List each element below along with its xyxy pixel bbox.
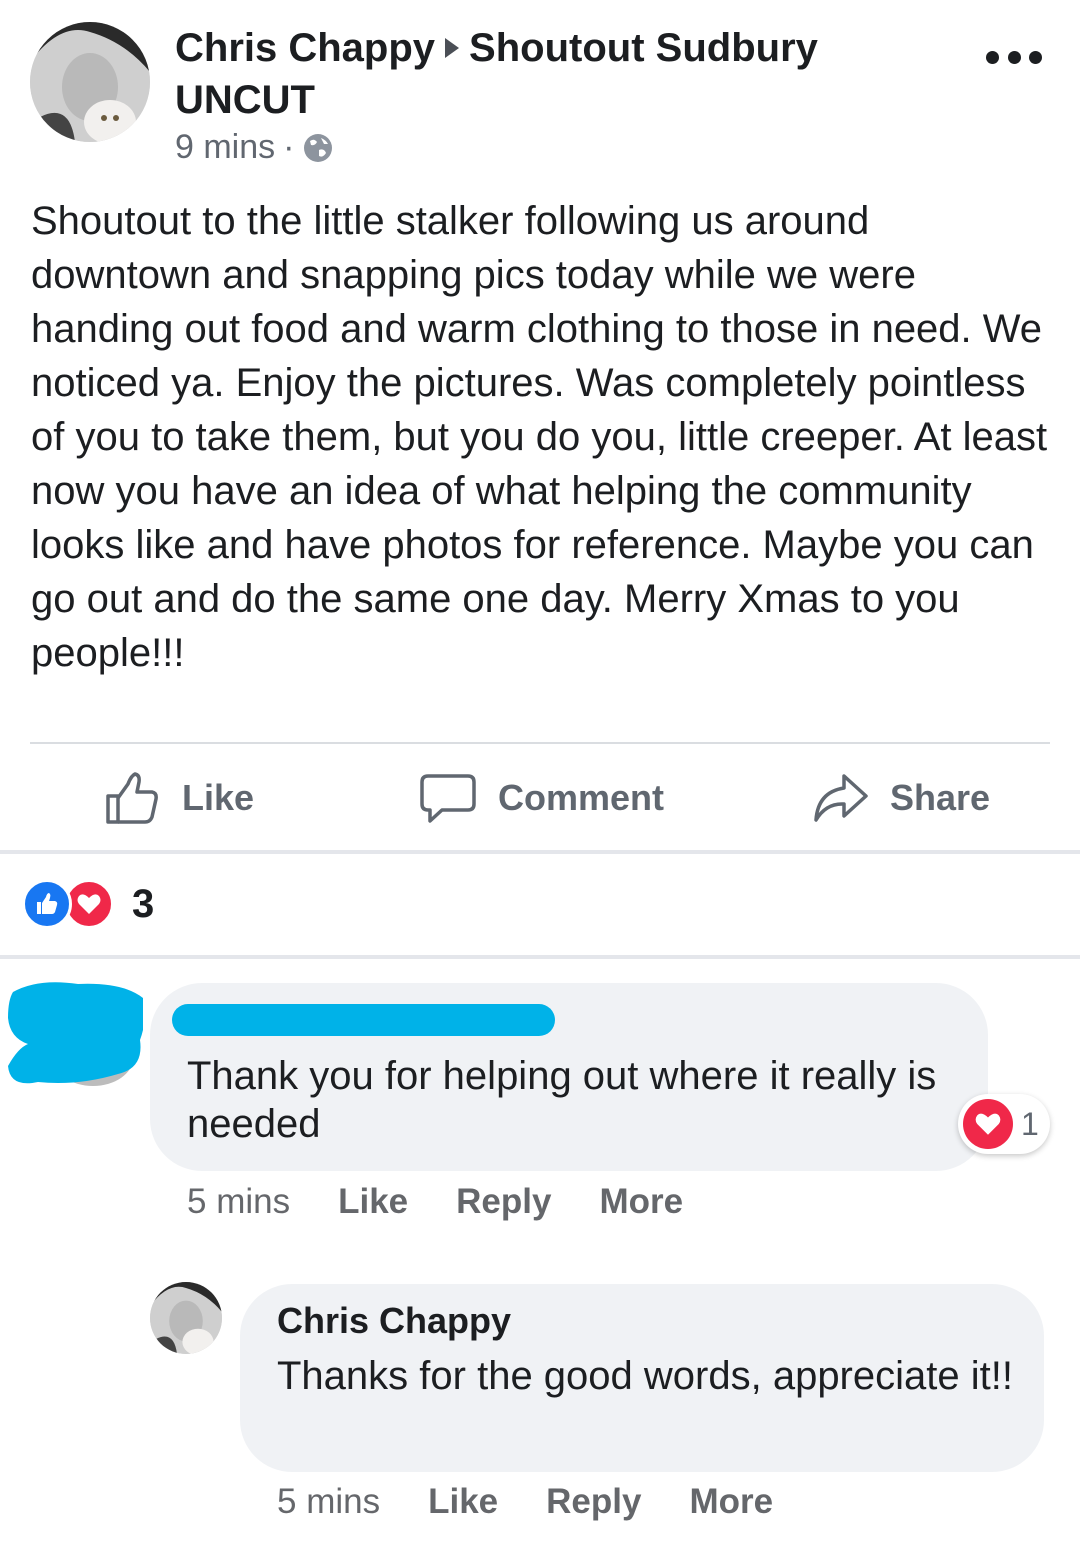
reply-more-link[interactable]: More — [689, 1482, 773, 1522]
reply-timestamp[interactable]: 5 mins — [277, 1482, 380, 1522]
comment-reaction-count: 1 — [1021, 1105, 1039, 1142]
post-header-title: Chris Chappy Shoutout Sudbury UNCUT — [175, 22, 875, 126]
share-arrow-icon — [814, 774, 868, 822]
dot-icon — [986, 50, 999, 64]
post-timestamp[interactable]: 9 mins — [175, 128, 275, 167]
globe-icon — [304, 133, 333, 162]
author-avatar[interactable] — [30, 22, 150, 142]
comment-timestamp[interactable]: 5 mins — [187, 1182, 290, 1222]
reply-like-link[interactable]: Like — [428, 1482, 498, 1522]
dot-icon — [1029, 50, 1042, 64]
comment-bubble-icon — [420, 774, 476, 823]
post-meta: 9 mins · — [175, 128, 334, 167]
caret-right-icon — [445, 38, 460, 59]
comment-actions: 5 mins Like Reply More — [187, 1182, 683, 1222]
reply-author-name[interactable]: Chris Chappy — [277, 1300, 511, 1342]
comment-text: Thank you for helping out where it reall… — [187, 1054, 937, 1146]
section-divider — [0, 955, 1080, 959]
comment-like-link[interactable]: Like — [338, 1182, 408, 1222]
reply-reply-link[interactable]: Reply — [546, 1482, 641, 1522]
like-label: Like — [182, 777, 255, 818]
share-label: Share — [890, 777, 991, 818]
comment-label: Comment — [498, 777, 665, 818]
avatar-image — [30, 22, 150, 142]
meta-separator: · — [283, 128, 295, 166]
like-button[interactable]: Like — [104, 768, 254, 828]
divider — [30, 742, 1050, 744]
author-name[interactable]: Chris Chappy — [175, 26, 435, 70]
comment-reply-link[interactable]: Reply — [456, 1182, 551, 1222]
share-button[interactable]: Share — [812, 768, 990, 828]
dot-icon — [1007, 50, 1021, 64]
reaction-count: 3 — [132, 881, 155, 926]
section-divider — [0, 850, 1080, 854]
thumbs-up-icon — [106, 772, 158, 824]
reactions-summary[interactable]: 3 — [22, 878, 154, 930]
reply-author-avatar[interactable] — [150, 1282, 222, 1354]
reply-text: Thanks for the good words, appreciate it… — [277, 1354, 1013, 1398]
love-reaction-icon — [963, 1099, 1013, 1149]
post-body: Shoutout to the little stalker following… — [31, 199, 1048, 675]
comment-reaction-badge[interactable]: 1 — [958, 1094, 1050, 1154]
redacted-commenter-name — [172, 1004, 555, 1036]
comment-more-link[interactable]: More — [599, 1182, 683, 1222]
reply-actions: 5 mins Like Reply More — [277, 1482, 773, 1522]
like-reaction-icon — [22, 879, 72, 929]
comment-button[interactable]: Comment — [420, 768, 664, 828]
commenter-avatar-redacted[interactable] — [8, 978, 145, 1088]
post-menu-button[interactable] — [986, 45, 1042, 69]
